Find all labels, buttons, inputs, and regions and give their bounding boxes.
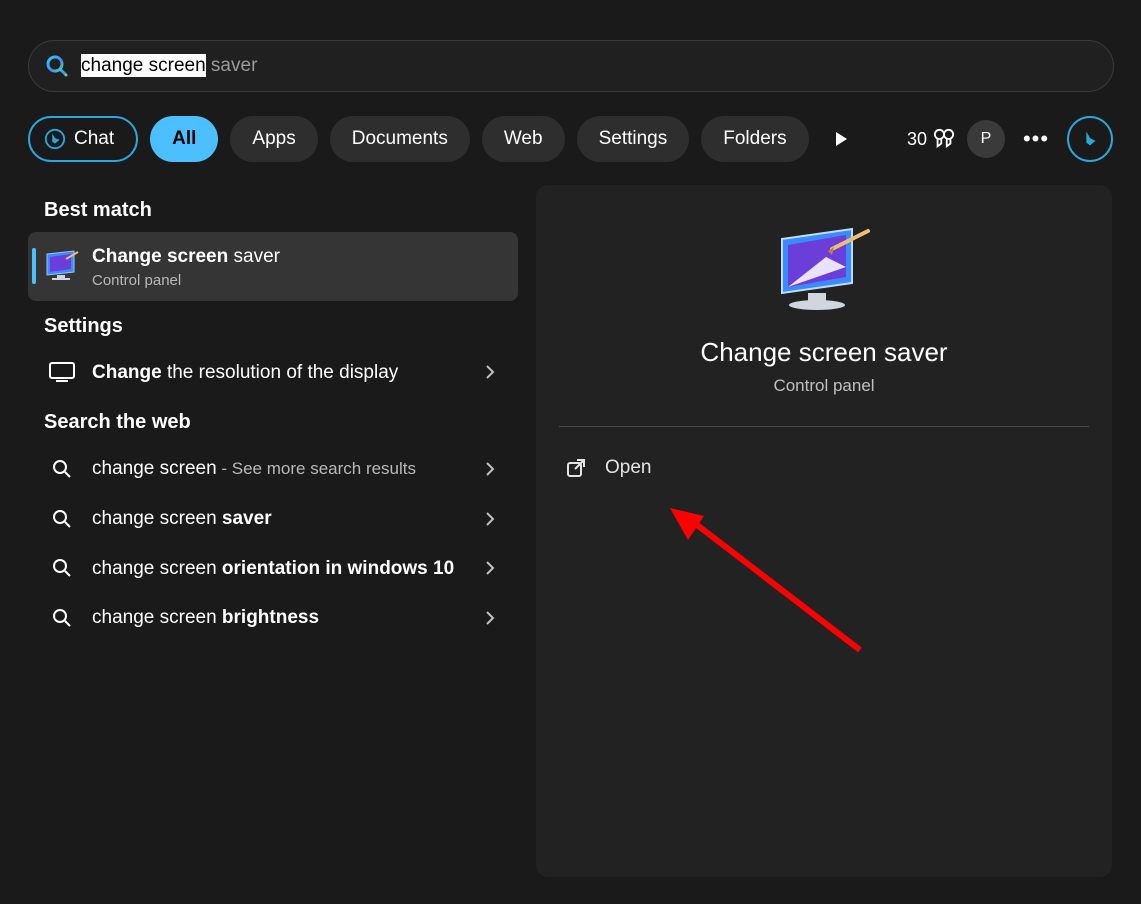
- tab-chat-label: Chat: [74, 128, 114, 150]
- tab-web-label: Web: [504, 128, 543, 150]
- web-item-prefix: change screen: [92, 508, 222, 529]
- result-title-bold: Change screen: [92, 246, 228, 267]
- section-best-match: Best match: [28, 199, 518, 222]
- tab-settings[interactable]: Settings: [577, 116, 690, 162]
- search-bar[interactable]: change screen saver: [28, 40, 1114, 92]
- rewards-icon: [933, 128, 955, 150]
- result-subtitle: Control panel: [92, 272, 504, 289]
- result-title-rest: saver: [228, 246, 280, 267]
- profile-avatar[interactable]: P: [967, 120, 1005, 158]
- search-small-icon: [42, 508, 82, 530]
- result-web-brightness[interactable]: change screen brightness: [28, 593, 518, 643]
- search-input[interactable]: change screen saver: [81, 55, 257, 77]
- tab-chat[interactable]: Chat: [28, 116, 138, 162]
- bing-icon: [1079, 128, 1101, 150]
- web-item-prefix: change screen: [92, 607, 222, 628]
- tab-folders[interactable]: Folders: [701, 116, 808, 162]
- open-action[interactable]: Open: [559, 447, 1089, 489]
- result-settings-resolution[interactable]: Change the resolution of the display: [28, 348, 518, 398]
- preview-title: Change screen saver: [700, 337, 947, 368]
- section-settings: Settings: [28, 315, 518, 338]
- rewards-points: 30: [907, 129, 927, 150]
- web-item-bold: orientation in windows 10: [222, 558, 454, 579]
- search-small-icon: [42, 458, 82, 480]
- scroll-right-button[interactable]: [821, 119, 861, 159]
- web-item-bold: saver: [222, 508, 272, 529]
- chevron-right-icon: [476, 610, 504, 626]
- bing-chat-icon: [44, 128, 66, 150]
- more-button[interactable]: •••: [1017, 120, 1055, 158]
- result-web-orientation[interactable]: change screen orientation in windows 10: [28, 544, 518, 594]
- selection-indicator: [32, 248, 36, 284]
- section-web: Search the web: [28, 411, 518, 434]
- search-icon: [45, 54, 69, 78]
- settings-item-rest: the resolution of the display: [162, 362, 399, 383]
- chevron-right-icon: [476, 364, 504, 380]
- play-icon: [834, 131, 848, 147]
- web-item-prefix: change screen: [92, 558, 222, 579]
- web-item-bold: brightness: [222, 607, 319, 628]
- filter-tabs: Chat All Apps Documents Web Settings Fol…: [28, 115, 1113, 163]
- tab-apps-label: Apps: [252, 128, 295, 150]
- search-small-icon: [42, 607, 82, 629]
- result-best-match[interactable]: Change screen saver Control panel: [28, 232, 518, 301]
- chevron-right-icon: [476, 560, 504, 576]
- result-web-more[interactable]: change screen - See more search results: [28, 444, 518, 494]
- screensaver-icon: [42, 250, 82, 282]
- open-external-icon: [565, 457, 587, 479]
- results-column: Best match Change screen saver Control p…: [28, 185, 518, 643]
- chevron-right-icon: [476, 511, 504, 527]
- web-item-prefix: change screen: [92, 458, 217, 479]
- tab-documents-label: Documents: [352, 128, 448, 150]
- open-action-label: Open: [605, 457, 651, 479]
- result-web-saver[interactable]: change screen saver: [28, 494, 518, 544]
- tab-all[interactable]: All: [150, 116, 218, 162]
- screensaver-large-icon: [776, 225, 872, 315]
- search-small-icon: [42, 557, 82, 579]
- preview-pane: Change screen saver Control panel Open: [536, 185, 1112, 877]
- tab-apps[interactable]: Apps: [230, 116, 317, 162]
- tab-all-label: All: [172, 128, 196, 150]
- tab-web[interactable]: Web: [482, 116, 565, 162]
- tab-documents[interactable]: Documents: [330, 116, 470, 162]
- bing-button[interactable]: [1067, 116, 1113, 162]
- ellipsis-icon: •••: [1023, 126, 1049, 152]
- settings-item-bold: Change: [92, 362, 162, 383]
- tab-folders-label: Folders: [723, 128, 786, 150]
- display-icon: [42, 361, 82, 383]
- web-item-extra: - See more search results: [217, 459, 416, 478]
- chevron-right-icon: [476, 461, 504, 477]
- preview-subtitle: Control panel: [773, 376, 874, 396]
- profile-initial: P: [981, 130, 992, 148]
- rewards-badge[interactable]: 30: [907, 128, 955, 150]
- divider: [559, 426, 1089, 427]
- tab-settings-label: Settings: [599, 128, 668, 150]
